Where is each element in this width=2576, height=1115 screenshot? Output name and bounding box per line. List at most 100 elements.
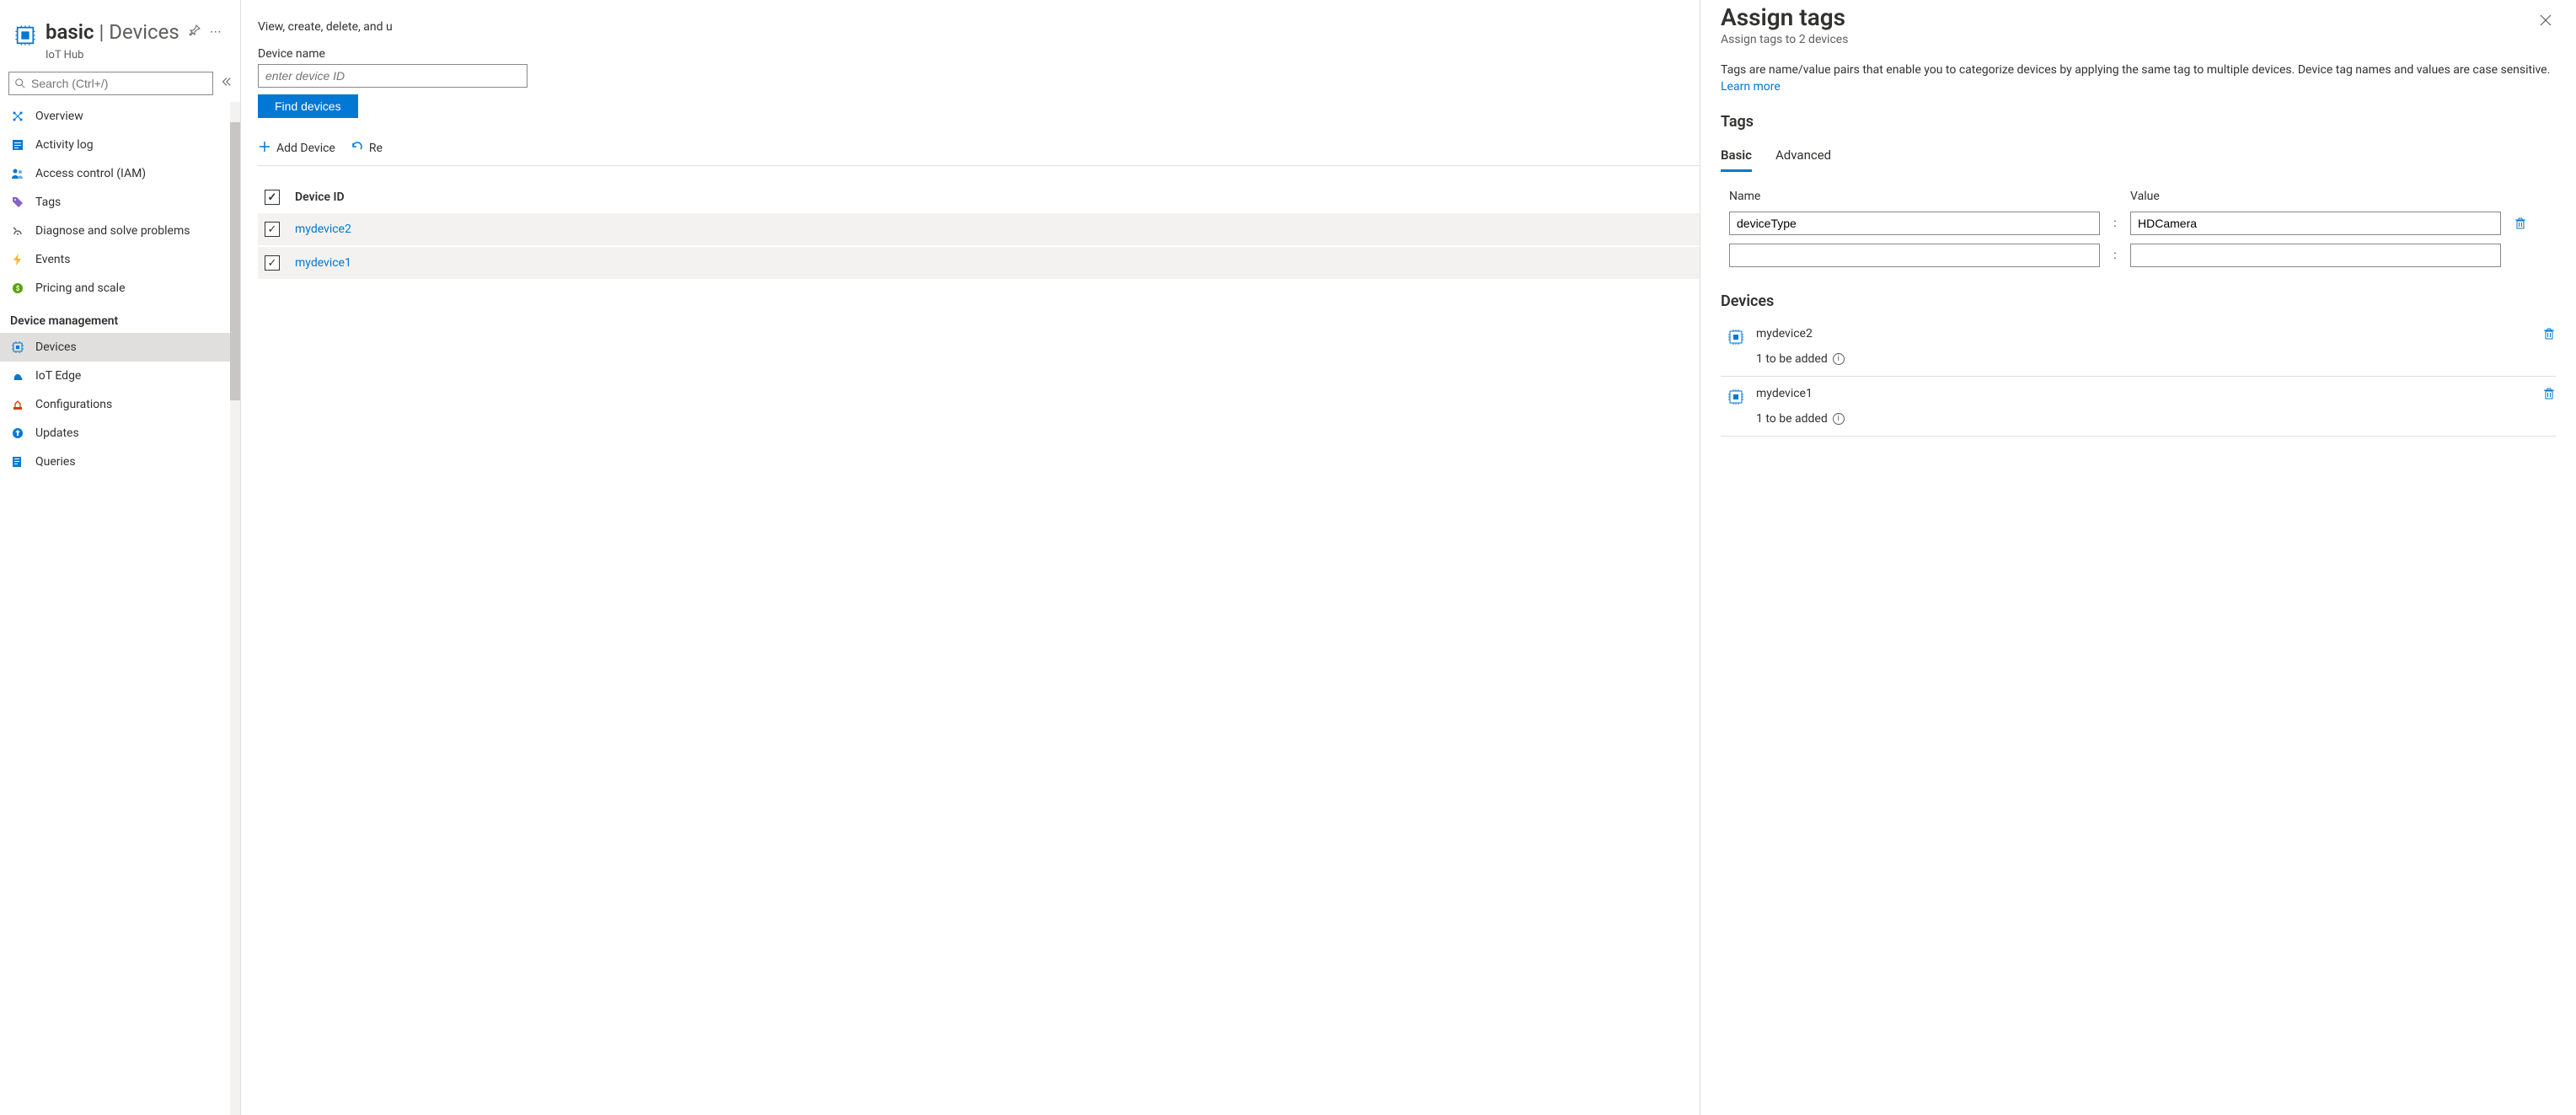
pin-icon[interactable] [188,24,201,40]
tag-value-input[interactable] [2130,244,2501,267]
trash-icon [2542,327,2556,340]
add-device-button[interactable]: Add Device [258,140,335,157]
tag-value-input[interactable] [2130,212,2501,235]
row-checkbox[interactable] [265,222,280,237]
tag-name-input[interactable] [1729,212,2100,235]
tag-row: : [1721,244,2556,276]
remove-device-button[interactable] [2542,387,2556,400]
nav-item-queries[interactable]: Queries [0,448,240,476]
collapse-nav-icon[interactable] [220,76,232,91]
left-nav: basic | Devices ⋯ IoT Hub ▴ [0,0,241,1115]
nav-item-label: Activity log [35,138,94,152]
nav-item-access-control[interactable]: Access control (IAM) [0,159,240,188]
devices-icon [10,340,25,355]
tab-basic[interactable]: Basic [1721,142,1752,172]
close-icon [2539,13,2552,27]
nav-item-pricing[interactable]: $ Pricing and scale [0,274,240,303]
nav-search-input[interactable] [31,77,207,90]
nav-item-label: Events [35,253,70,266]
scrollbar-thumb[interactable] [230,122,240,400]
device-entry: mydevice2 1 to be added i [1721,317,2556,377]
nav-item-label: Tags [35,196,61,209]
devices-list: mydevice2 1 to be added i mydevice1 [1721,317,2556,437]
nav-item-configurations[interactable]: Configurations [0,390,240,419]
panel-description: Tags are name/value pairs that enable yo… [1721,62,2556,96]
column-header-value: Value [2130,190,2501,203]
page-title: basic | Devices [46,20,179,44]
chip-icon [1726,387,1746,407]
device-id-link[interactable]: mydevice1 [295,256,351,270]
svg-text:$: $ [16,285,20,292]
delete-tag-button[interactable] [2508,217,2533,230]
info-icon[interactable]: i [1833,413,1845,425]
tag-colon: : [2107,249,2123,262]
device-entry-status: 1 to be added i [1756,352,1845,366]
nav-item-diagnose[interactable]: Diagnose and solve problems [0,217,240,245]
refresh-button[interactable]: Re [351,140,383,157]
nav-item-updates[interactable]: Updates [0,419,240,448]
tab-advanced[interactable]: Advanced [1775,142,1831,172]
device-entry: mydevice1 1 to be added i [1721,377,2556,437]
find-devices-button[interactable]: Find devices [258,94,358,118]
nav-search[interactable] [8,72,213,95]
tag-colon: : [2107,217,2123,230]
pricing-icon: $ [10,281,25,296]
select-all-checkbox[interactable] [265,190,280,205]
toolbar-label: Add Device [276,142,335,155]
device-id-link[interactable]: mydevice2 [295,222,351,236]
plus-icon [258,140,271,157]
tags-icon [10,195,25,210]
nav-item-events[interactable]: Events [0,245,240,274]
device-entry-name: mydevice2 [1756,327,1813,340]
tag-row: : [1721,212,2556,244]
diagnose-icon [10,223,25,239]
close-button[interactable] [2536,10,2556,35]
iot-hub-icon [13,24,37,47]
tags-heading: Tags [1721,113,2556,131]
nav-item-overview[interactable]: Overview [0,102,240,131]
learn-more-link[interactable]: Learn more [1721,80,1781,94]
iot-edge-icon [10,368,25,383]
nav-item-label: Devices [35,340,77,354]
nav-item-label: Updates [35,426,79,440]
row-checkbox[interactable] [265,255,280,271]
device-entry-status: 1 to be added i [1756,412,1845,426]
iam-icon [10,166,25,181]
nav-item-tags[interactable]: Tags [0,188,240,217]
nav-item-iot-edge[interactable]: IoT Edge [0,362,240,390]
assign-tags-panel: Assign tags Assign tags to 2 devices Tag… [1700,0,2576,1115]
panel-subtitle: Assign tags to 2 devices [1721,33,1848,46]
overview-icon [10,109,25,124]
chip-icon [1726,327,1746,347]
activity-log-icon [10,137,25,153]
nav-item-activity-log[interactable]: Activity log [0,131,240,159]
updates-icon [10,426,25,441]
tabs: Basic Advanced [1721,142,2556,173]
device-name-input[interactable] [258,64,528,88]
tag-grid: Name Value : : [1721,185,2556,276]
more-icon[interactable]: ⋯ [210,25,222,39]
nav-scroll: ▴ Overview Activity log Access control (… [0,102,240,1115]
nav-item-label: Configurations [35,398,112,411]
nav-item-devices[interactable]: Devices [0,333,240,362]
info-icon[interactable]: i [1833,353,1845,365]
trash-icon [2514,217,2527,230]
tag-name-input[interactable] [1729,244,2100,267]
refresh-icon [351,140,364,157]
nav-item-label: Access control (IAM) [35,167,146,180]
toolbar-label: Re [369,142,383,155]
remove-device-button[interactable] [2542,327,2556,340]
nav-section-device-management: Device management [0,303,240,333]
nav-item-label: Queries [35,455,76,469]
nav-header: basic | Devices ⋯ [0,0,240,51]
devices-heading: Devices [1721,292,2556,310]
events-icon [10,252,25,267]
configurations-icon [10,397,25,412]
nav-item-label: Diagnose and solve problems [35,224,190,238]
nav-item-label: IoT Edge [35,369,81,383]
queries-icon [10,454,25,469]
panel-title: Assign tags [1721,3,1848,31]
search-icon [14,78,26,89]
device-entry-name: mydevice1 [1756,387,1813,400]
resource-type-label: IoT Hub [46,49,240,62]
